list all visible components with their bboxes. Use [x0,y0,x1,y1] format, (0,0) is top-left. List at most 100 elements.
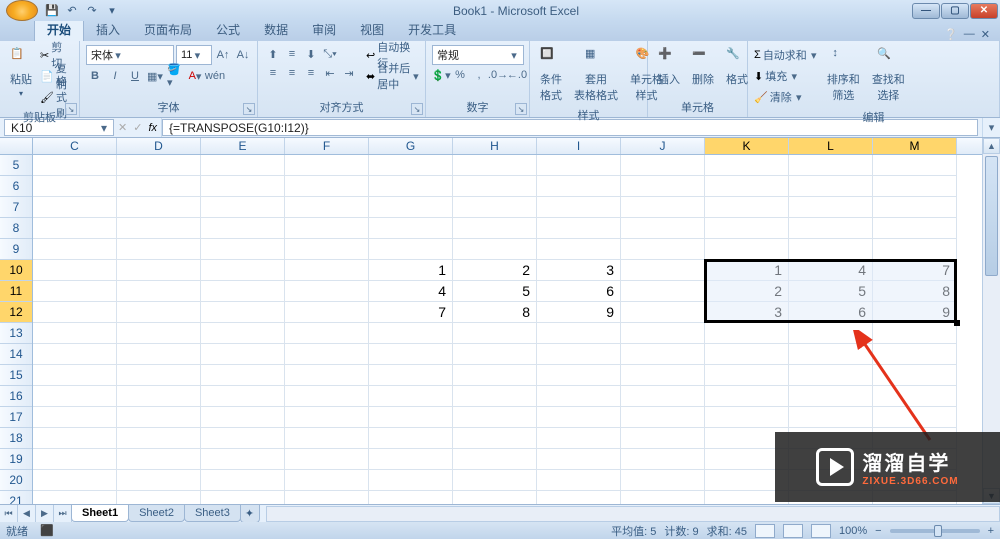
cell-I14[interactable] [537,344,621,365]
minimize-button[interactable]: — [912,3,940,19]
cell-G11[interactable]: 4 [369,281,453,302]
sheet-nav-prev[interactable]: ◀ [18,505,36,522]
scroll-up-button[interactable]: ▲ [983,138,1000,154]
cell-M13[interactable] [873,323,957,344]
align-top-button[interactable]: ⬆ [264,45,282,63]
cell-F16[interactable] [285,386,369,407]
cell-I6[interactable] [537,176,621,197]
tab-page-layout[interactable]: 页面布局 [132,18,204,41]
autosum-button[interactable]: Σ自动求和▾ [754,45,819,65]
cell-G20[interactable] [369,470,453,491]
row-headers[interactable]: 56789101112131415161718192021 [0,155,33,504]
sheet-nav-next[interactable]: ▶ [36,505,54,522]
cell-H11[interactable]: 5 [453,281,537,302]
cell-J7[interactable] [621,197,705,218]
cell-J6[interactable] [621,176,705,197]
sheet-tab-3[interactable]: Sheet3 [184,505,241,522]
cell-I5[interactable] [537,155,621,176]
cell-J19[interactable] [621,449,705,470]
row-header-11[interactable]: 11 [0,281,32,302]
phonetic-button[interactable]: wén [206,67,224,85]
cell-C6[interactable] [33,176,117,197]
cancel-formula-icon[interactable]: ✕ [118,121,127,134]
cell-K17[interactable] [705,407,789,428]
cell-H14[interactable] [453,344,537,365]
cell-K14[interactable] [705,344,789,365]
font-color-button[interactable]: A▾ [186,67,204,85]
cell-I13[interactable] [537,323,621,344]
column-header-K[interactable]: K [705,138,789,154]
tab-insert[interactable]: 插入 [84,18,132,41]
cell-L17[interactable] [789,407,873,428]
cell-F13[interactable] [285,323,369,344]
cell-F18[interactable] [285,428,369,449]
cell-C13[interactable] [33,323,117,344]
cell-H19[interactable] [453,449,537,470]
cell-D16[interactable] [117,386,201,407]
cell-C10[interactable] [33,260,117,281]
shrink-font-button[interactable]: A↓ [234,46,252,64]
align-left-button[interactable]: ≡ [264,64,282,82]
row-header-6[interactable]: 6 [0,176,32,197]
tab-developer[interactable]: 开发工具 [396,18,468,41]
delete-cells-button[interactable]: ➖删除 [688,45,718,89]
comma-button[interactable]: , [470,66,488,84]
cell-F5[interactable] [285,155,369,176]
cell-I12[interactable]: 9 [537,302,621,323]
cell-I20[interactable] [537,470,621,491]
cell-E12[interactable] [201,302,285,323]
cell-D9[interactable] [117,239,201,260]
cell-I7[interactable] [537,197,621,218]
column-header-E[interactable]: E [201,138,285,154]
cell-L15[interactable] [789,365,873,386]
insert-cells-button[interactable]: ➕插入 [654,45,684,89]
cell-H7[interactable] [453,197,537,218]
cell-F9[interactable] [285,239,369,260]
cell-F8[interactable] [285,218,369,239]
column-header-J[interactable]: J [621,138,705,154]
cell-K7[interactable] [705,197,789,218]
horizontal-scrollbar[interactable] [266,506,1000,522]
cell-E7[interactable] [201,197,285,218]
merge-center-button[interactable]: ⬌合并后居中▾ [366,66,419,86]
bold-button[interactable]: B [86,67,104,85]
cell-E20[interactable] [201,470,285,491]
cell-E8[interactable] [201,218,285,239]
cell-G10[interactable]: 1 [369,260,453,281]
cell-H5[interactable] [453,155,537,176]
cell-G12[interactable]: 7 [369,302,453,323]
grow-font-button[interactable]: A↑ [214,46,232,64]
cell-I10[interactable]: 3 [537,260,621,281]
cell-K5[interactable] [705,155,789,176]
row-header-19[interactable]: 19 [0,449,32,470]
cell-E18[interactable] [201,428,285,449]
orientation-button[interactable]: ⤡▾ [321,45,339,63]
cell-K8[interactable] [705,218,789,239]
row-header-7[interactable]: 7 [0,197,32,218]
row-header-14[interactable]: 14 [0,344,32,365]
close-button[interactable]: ✕ [970,3,998,19]
column-header-H[interactable]: H [453,138,537,154]
column-headers[interactable]: CDEFGHIJKLM [33,138,982,155]
cell-H8[interactable] [453,218,537,239]
cell-C16[interactable] [33,386,117,407]
cell-C15[interactable] [33,365,117,386]
cell-J12[interactable] [621,302,705,323]
cell-K13[interactable] [705,323,789,344]
sheet-tab-1[interactable]: Sheet1 [71,505,129,522]
paste-button[interactable]: 📋 粘贴 ▾ [6,45,36,100]
cell-C9[interactable] [33,239,117,260]
select-all-button[interactable] [0,138,33,155]
cell-G14[interactable] [369,344,453,365]
cell-C17[interactable] [33,407,117,428]
cell-J10[interactable] [621,260,705,281]
cell-H18[interactable] [453,428,537,449]
cell-G9[interactable] [369,239,453,260]
row-header-5[interactable]: 5 [0,155,32,176]
column-header-G[interactable]: G [369,138,453,154]
cell-D19[interactable] [117,449,201,470]
percent-button[interactable]: % [451,66,469,84]
fill-color-button[interactable]: 🪣▾ [166,67,184,85]
cell-J16[interactable] [621,386,705,407]
cell-E11[interactable] [201,281,285,302]
